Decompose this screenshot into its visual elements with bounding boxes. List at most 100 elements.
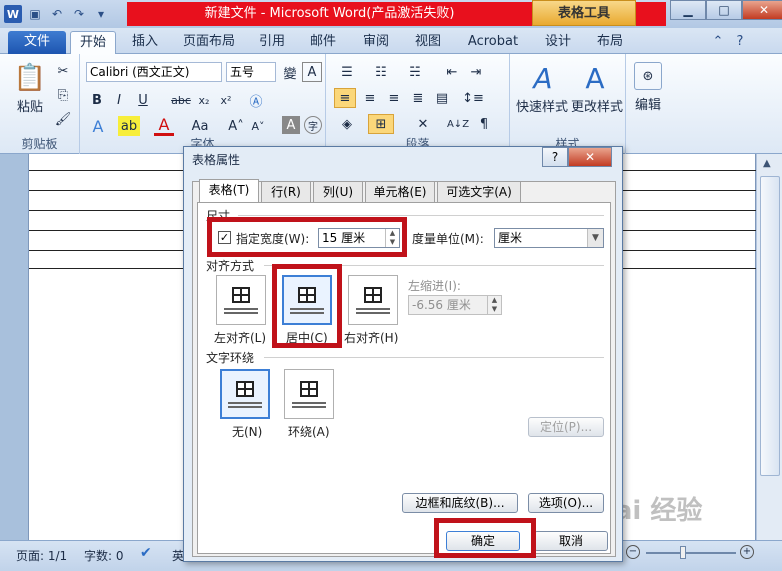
vertical-scrollbar[interactable]: ▲	[756, 154, 782, 540]
tab-mailings[interactable]: 邮件	[302, 31, 344, 54]
chinese-layout-icon[interactable]: ✕	[410, 114, 436, 134]
phonetic-icon[interactable]: 變	[280, 62, 300, 82]
dialog-close-button[interactable]: ✕	[568, 147, 612, 167]
tab-layout[interactable]: 布局	[588, 31, 632, 54]
copy-icon[interactable]: ⎘	[54, 86, 72, 104]
tab-home[interactable]: 开始	[70, 31, 116, 54]
justify-icon[interactable]: ≣	[408, 88, 428, 108]
bullets-icon[interactable]: ☰	[334, 62, 360, 82]
dropdown-arrow-icon[interactable]: ▼	[587, 229, 603, 247]
format-painter-icon[interactable]: 🖌	[54, 110, 72, 128]
save-icon[interactable]: ▣	[26, 5, 44, 23]
line-spacing-icon[interactable]: ↕≡	[460, 88, 486, 108]
tab-review[interactable]: 审阅	[354, 31, 398, 54]
tab-acrobat[interactable]: Acrobat	[462, 31, 524, 54]
proofing-icon[interactable]: ✔	[140, 545, 152, 561]
tab-references[interactable]: 引用	[252, 31, 292, 54]
binoculars-icon[interactable]: ⊛	[634, 62, 662, 90]
borders-shading-button[interactable]: 边框和底纹(B)...	[402, 493, 518, 513]
tab-insert[interactable]: 插入	[124, 31, 166, 54]
strikethrough-icon[interactable]: abc	[170, 90, 192, 110]
page-count[interactable]: 页面: 1/1	[16, 547, 67, 564]
borders-icon[interactable]: ⊞	[368, 114, 394, 134]
numbering-icon[interactable]: ☷	[368, 62, 394, 82]
tab-file[interactable]: 文件	[8, 31, 66, 54]
positioning-button[interactable]: 定位(P)...	[528, 417, 604, 437]
shading-icon[interactable]: ◈	[334, 114, 360, 134]
decrease-indent-icon[interactable]: ⇤	[442, 62, 462, 82]
distribute-icon[interactable]: ▤	[432, 88, 452, 108]
change-styles-label[interactable]: 更改样式	[568, 96, 626, 115]
tab-design[interactable]: 设计	[536, 31, 580, 54]
minimize-button[interactable]: ▁	[670, 0, 706, 20]
font-name-combo[interactable]: Calibri (西文正文)	[86, 62, 222, 82]
word-logo-icon[interactable]: W	[4, 5, 22, 23]
quick-styles-icon[interactable]: A	[526, 60, 560, 96]
shrink-font-icon[interactable]: A˅	[248, 116, 268, 136]
change-case-icon[interactable]: Aa	[186, 116, 214, 136]
superscript-icon[interactable]: x²	[216, 90, 236, 110]
indent-spinner-icon[interactable]: ▲ ▼	[487, 296, 501, 314]
tab-table[interactable]: 表格(T)	[199, 179, 259, 204]
sort-icon[interactable]: A↓Z	[447, 114, 469, 134]
cancel-button[interactable]: 取消	[534, 531, 608, 551]
paste-label[interactable]: 粘贴	[10, 96, 50, 115]
help-icon[interactable]: ?	[730, 31, 750, 54]
zoom-out-icon[interactable]: −	[626, 545, 640, 559]
font-size-combo[interactable]: 五号	[226, 62, 276, 82]
options-button[interactable]: 选项(O)...	[528, 493, 604, 513]
maximize-button[interactable]: □	[706, 0, 742, 20]
wrap-around-option[interactable]	[284, 369, 334, 419]
scroll-up-icon[interactable]: ▲	[763, 158, 771, 169]
redo-icon[interactable]: ↷	[70, 5, 88, 23]
align-right-option[interactable]	[348, 275, 398, 325]
clear-format-icon[interactable]: Ⓐ	[246, 90, 266, 110]
enclose-char-icon[interactable]: 字	[304, 116, 322, 134]
quick-styles-label[interactable]: 快速样式	[512, 96, 572, 115]
tab-row[interactable]: 行(R)	[261, 181, 311, 203]
align-left-icon[interactable]: ≡	[334, 88, 356, 108]
cut-icon[interactable]: ✂	[54, 62, 72, 80]
font-color-icon[interactable]: A	[154, 115, 174, 136]
text-effects-icon[interactable]: A	[88, 116, 108, 136]
measure-in-select[interactable]: 厘米 ▼	[494, 228, 604, 248]
change-styles-icon[interactable]: A	[578, 60, 612, 96]
edit-label[interactable]: 编辑	[626, 94, 670, 113]
show-marks-icon[interactable]: ¶	[474, 114, 494, 134]
wrap-none-option[interactable]	[220, 369, 270, 419]
align-left-option[interactable]	[216, 275, 266, 325]
underline-icon[interactable]: U	[132, 90, 154, 110]
clipboard-group-label: 剪贴板	[21, 137, 58, 151]
ribbon-tab-bar: 文件 开始 插入 页面布局 引用 邮件 审阅 视图 Acrobat 设计 布局 …	[0, 28, 782, 54]
zoom-thumb[interactable]	[680, 546, 686, 559]
char-border-icon[interactable]: A	[302, 62, 322, 82]
customize-qat-icon[interactable]: ▾	[92, 5, 110, 23]
minimize-ribbon-icon[interactable]: ⌃	[708, 31, 728, 54]
undo-icon[interactable]: ↶	[48, 5, 66, 23]
align-right-icon[interactable]: ≡	[384, 88, 404, 108]
multilevel-list-icon[interactable]: ☵	[402, 62, 428, 82]
close-button[interactable]: ✕	[742, 0, 782, 20]
increase-indent-icon[interactable]: ⇥	[466, 62, 486, 82]
italic-icon[interactable]: I	[110, 90, 128, 110]
tab-alt-text[interactable]: 可选文字(A)	[437, 181, 521, 203]
tab-page-layout[interactable]: 页面布局	[176, 31, 242, 54]
tab-column[interactable]: 列(U)	[313, 181, 363, 203]
indent-input[interactable]: -6.56 厘米 ▲ ▼	[408, 295, 502, 315]
grow-font-icon[interactable]: A˄	[226, 116, 246, 136]
highlight-icon[interactable]: ab	[118, 116, 140, 136]
measure-in-label: 度量单位(M):	[412, 232, 484, 246]
bold-icon[interactable]: B	[88, 90, 106, 110]
align-center-icon[interactable]: ≡	[360, 88, 380, 108]
dialog-help-button[interactable]: ?	[542, 147, 568, 167]
char-shading-icon[interactable]: A	[282, 116, 300, 134]
scroll-thumb[interactable]	[760, 176, 780, 476]
zoom-in-icon[interactable]: +	[740, 545, 754, 559]
subscript-icon[interactable]: x₂	[194, 90, 214, 110]
tab-view[interactable]: 视图	[406, 31, 450, 54]
paste-icon[interactable]: 📋	[14, 60, 46, 96]
word-count[interactable]: 字数: 0	[84, 547, 124, 564]
wrap-none-icon	[236, 380, 254, 397]
tab-cell[interactable]: 单元格(E)	[365, 181, 435, 203]
zoom-slider[interactable]	[646, 552, 736, 554]
